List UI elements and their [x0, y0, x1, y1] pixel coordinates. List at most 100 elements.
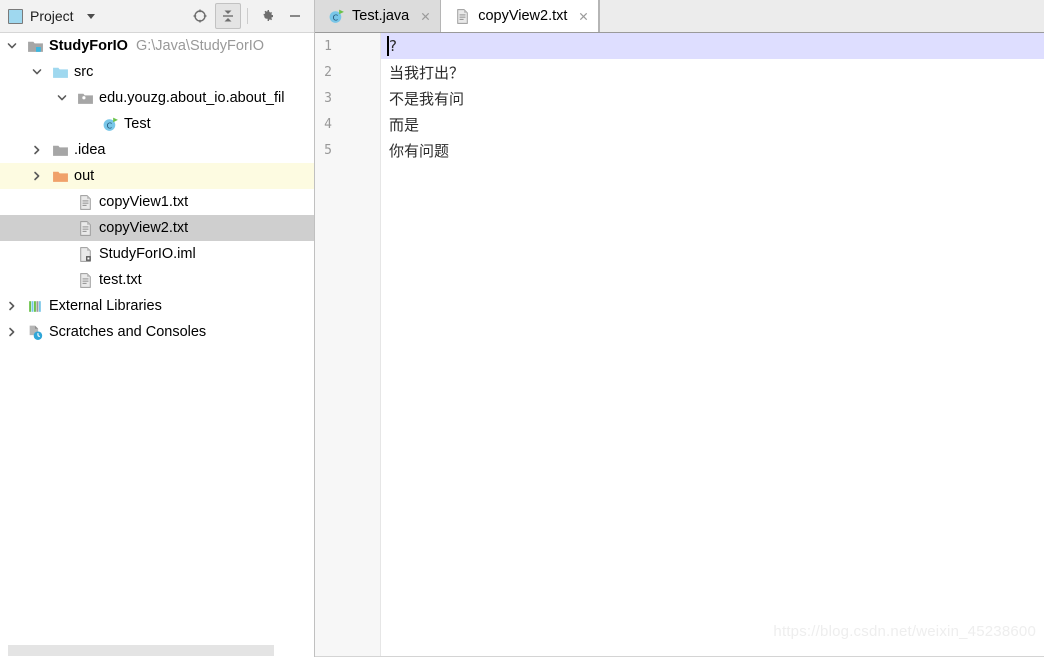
chevron-right-icon: [34, 145, 40, 155]
tree-node-toggle[interactable]: [4, 293, 20, 319]
tree-node-no-arrow: [54, 215, 70, 241]
tree-node-toggle[interactable]: [4, 33, 20, 59]
excluded-folder-icon: [51, 167, 69, 185]
text-file-icon: [453, 7, 471, 25]
tree-node[interactable]: Scratches and Consoles: [0, 319, 314, 345]
editor-content[interactable]: 1? 2 当我打出？ 3 不是我有问 4 而是 5 你有问题 https://blog.csdn…: [315, 33, 1044, 657]
project-panel-icon: [8, 8, 23, 24]
chevron-down-icon[interactable]: [86, 13, 95, 19]
java-class-runnable-icon: C: [329, 9, 344, 23]
tree-node[interactable]: src: [0, 59, 314, 85]
tree-node-label: test.txt: [99, 271, 142, 288]
tree-node-toggle[interactable]: [29, 59, 45, 85]
tree-node[interactable]: test.txt: [0, 267, 314, 293]
tree-node-label: Test: [124, 115, 151, 132]
editor-tab[interactable]: copyView2.txt: [441, 0, 600, 32]
scratches-icon: [29, 325, 42, 340]
gear-icon: [263, 10, 273, 21]
java-class-runnable-icon: C: [101, 115, 119, 133]
line-text: 当我打出？: [389, 63, 465, 82]
svg-text:C: C: [106, 121, 112, 130]
editor-tab[interactable]: C Test.java: [315, 0, 442, 32]
chevron-right-icon: [9, 301, 15, 311]
module-folder-icon: [27, 41, 43, 52]
chevron-right-icon: [34, 171, 40, 181]
text-file-icon: [79, 272, 91, 288]
source-root-folder-icon: [52, 67, 68, 78]
libraries-icon: [26, 297, 44, 315]
tree-node[interactable]: StudyForIO G:\Java\StudyForIO: [0, 33, 314, 59]
editor-line[interactable]: 5 你有问题: [315, 137, 1044, 163]
chevron-down-icon: [32, 69, 42, 75]
project-tree[interactable]: StudyForIO G:\Java\StudyForIO src edu.youzg…: [0, 33, 314, 657]
java-class-runnable-icon: C: [103, 117, 118, 131]
tree-node-toggle[interactable]: [54, 85, 70, 111]
project-panel-header: Project: [0, 0, 314, 33]
tree-node-label: StudyForIO.iml: [99, 245, 196, 262]
tree-node[interactable]: StudyForIO.iml: [0, 241, 314, 267]
tree-node-no-arrow: [79, 111, 95, 137]
package-folder-icon: [77, 93, 93, 104]
collapse-all-icon: [223, 10, 233, 22]
iml-file-icon: [76, 245, 94, 263]
tree-node[interactable]: C Test: [0, 111, 314, 137]
line-text: 而是: [389, 115, 420, 134]
close-icon: [422, 12, 430, 20]
svg-text:C: C: [332, 13, 338, 22]
settings-button[interactable]: [254, 3, 280, 29]
editor-lines[interactable]: 1? 2 当我打出？ 3 不是我有问 4 而是 5 你有问题: [315, 33, 1044, 657]
folder-icon: [51, 141, 69, 159]
tree-node[interactable]: External Libraries: [0, 293, 314, 319]
minimize-icon: [290, 15, 300, 17]
editor-tab-label: Test.java: [352, 8, 410, 24]
collapse-all-button[interactable]: [215, 3, 241, 29]
close-icon[interactable]: [419, 10, 432, 23]
crosshair-target-icon: [193, 9, 207, 23]
line-number: 5: [324, 142, 332, 158]
tree-node-toggle[interactable]: [29, 163, 45, 189]
tree-node[interactable]: copyView2.txt: [0, 215, 314, 241]
java-class-runnable-icon: C: [327, 7, 345, 25]
tree-node-label: Scratches and Consoles: [49, 323, 207, 340]
toolbar-separator: [247, 8, 248, 24]
tree-node-toggle[interactable]: [29, 137, 45, 163]
locate-in-tree-button[interactable]: [187, 3, 213, 29]
libraries-icon: [28, 300, 41, 312]
editor-tab-bar: C Test.java copyView2.txt: [315, 0, 1044, 33]
line-text: 不是我有问: [389, 89, 465, 108]
tree-node-label: copyView2.txt: [99, 219, 189, 236]
horizontal-scrollbar[interactable]: [0, 643, 313, 657]
iml-file-icon: [79, 246, 91, 262]
tree-node[interactable]: copyView1.txt: [0, 189, 314, 215]
editor-line[interactable]: 2 当我打出？: [315, 59, 1044, 85]
project-tool-window: Project StudyForIO G:\Java\StudyForIO sr…: [0, 0, 315, 657]
close-icon[interactable]: [577, 10, 590, 23]
tree-node-no-arrow: [54, 189, 70, 215]
scratches-icon: [26, 323, 44, 341]
tree-node[interactable]: out: [0, 163, 314, 189]
horizontal-scrollbar-thumb[interactable]: [8, 645, 274, 656]
tree-node[interactable]: .idea: [0, 137, 314, 163]
project-panel-title-group[interactable]: Project: [8, 8, 95, 24]
hide-panel-button[interactable]: [282, 3, 308, 29]
editor-line[interactable]: 1?: [315, 33, 1044, 59]
text-file-icon: [79, 194, 91, 210]
tree-node[interactable]: edu.youzg.about_io.about_fil: [0, 85, 314, 111]
tab-bar-empty-space: [599, 0, 1044, 32]
tree-node-toggle[interactable]: [4, 319, 20, 345]
tree-node-label: copyView1.txt: [99, 193, 189, 210]
tree-node-label: edu.youzg.about_io.about_fil: [99, 89, 285, 106]
editor-line[interactable]: 4 而是: [315, 111, 1044, 137]
editor-line[interactable]: 3 不是我有问: [315, 85, 1044, 111]
line-number: 2: [324, 64, 332, 80]
tree-node-no-arrow: [54, 241, 70, 267]
line-number: 1: [324, 38, 332, 54]
watermark-text: https://blog.csdn.net/weixin_45238600: [773, 623, 1036, 640]
ide-window: Project StudyForIO G:\Java\StudyForIO sr…: [0, 0, 1044, 657]
text-file-icon: [76, 219, 94, 237]
project-panel-actions: [187, 3, 308, 29]
tree-node-label: .idea: [74, 141, 106, 158]
editor-area: C Test.java copyView2.txt 1? 2 当我打出？ 3 不是我有问 4 而…: [315, 0, 1044, 657]
editor-tab-label: copyView2.txt: [478, 8, 568, 24]
text-caret: [387, 36, 389, 56]
